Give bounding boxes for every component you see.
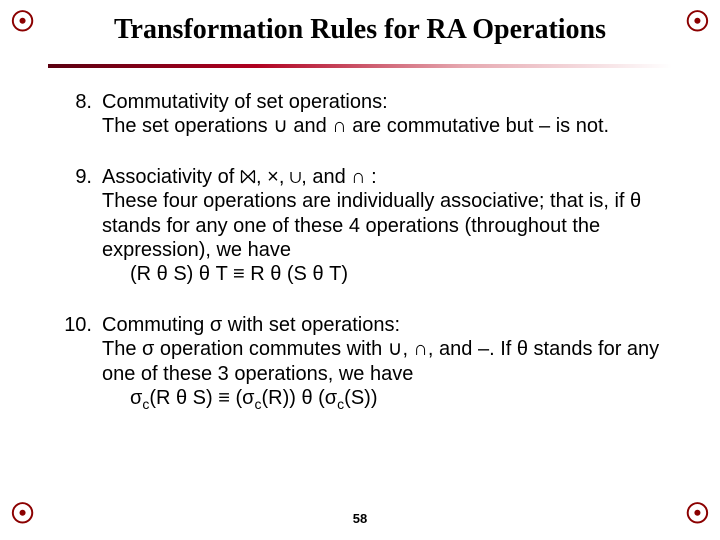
item-number: 9. [56, 165, 102, 287]
item-number: 8. [56, 90, 102, 139]
item-text: The set operations ∪ and ∩ are commutati… [102, 115, 609, 137]
slide-title: Transformation Rules for RA Operations [0, 0, 720, 46]
item-content: Commuting σ with set operations: The σ o… [102, 313, 664, 411]
item-heading: Associativity of ⨝, ×, ∪, and ∩ : [102, 166, 377, 188]
corner-icon-top-left: ☉ [10, 8, 35, 36]
item-formula: (R θ S) θ T ≡ R θ (S θ T) [102, 263, 348, 285]
item-number: 10. [56, 313, 102, 411]
list-item: 8. Commutativity of set operations: The … [56, 90, 664, 139]
item-content: Commutativity of set operations: The set… [102, 90, 664, 139]
item-formula: σc(R θ S) ≡ (σc(R)) θ (σc(S)) [102, 387, 377, 409]
item-heading: Commuting σ with set operations: [102, 314, 400, 336]
item-text: The σ operation commutes with ∪, ∩, and … [102, 338, 659, 384]
corner-icon-top-right: ☉ [685, 8, 710, 36]
slide-body: 8. Commutativity of set operations: The … [0, 68, 720, 410]
list-item: 10. Commuting σ with set operations: The… [56, 313, 664, 411]
list-item: 9. Associativity of ⨝, ×, ∪, and ∩ : The… [56, 165, 664, 287]
item-heading: Commutativity of set operations: [102, 91, 388, 113]
item-content: Associativity of ⨝, ×, ∪, and ∩ : These … [102, 165, 664, 287]
item-text: These four operations are individually a… [102, 190, 641, 261]
page-number: 58 [0, 511, 720, 526]
